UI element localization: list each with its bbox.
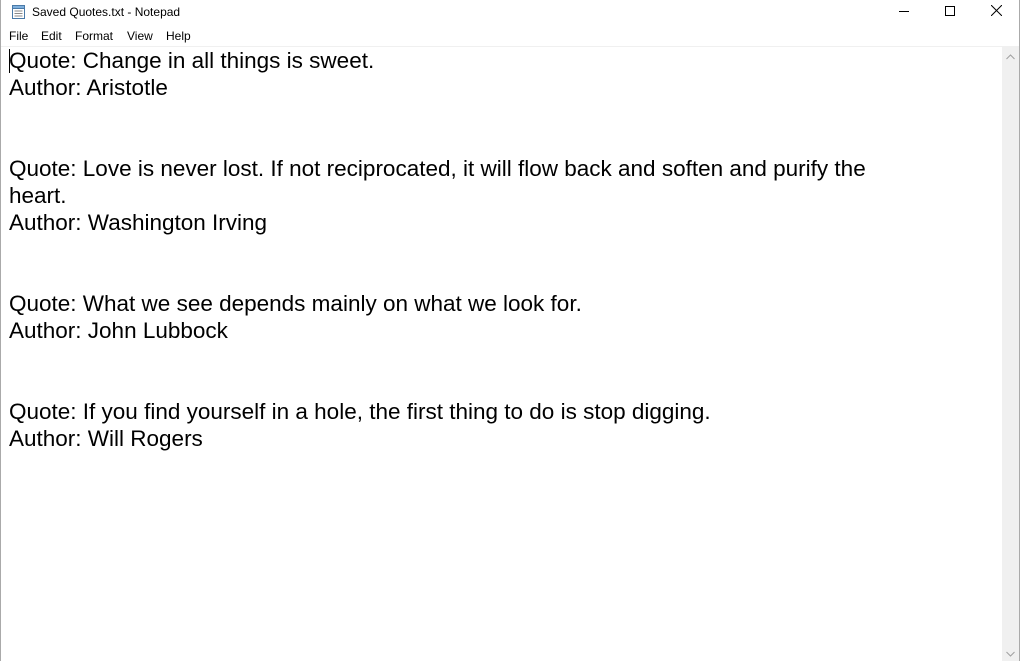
- menu-bar: File Edit Format View Help: [1, 27, 1019, 47]
- editor-line: Quote: If you find yourself in a hole, t…: [9, 399, 711, 424]
- close-icon: [990, 3, 1002, 21]
- scroll-down-button[interactable]: [1002, 644, 1019, 661]
- minimize-button[interactable]: [881, 0, 927, 24]
- menu-help[interactable]: Help: [166, 29, 191, 43]
- chevron-down-icon: [1006, 644, 1015, 662]
- menu-view[interactable]: View: [127, 29, 153, 43]
- close-button[interactable]: [973, 0, 1019, 24]
- editor-line: Quote: Love is never lost. If not recipr…: [9, 156, 866, 181]
- title-bar[interactable]: Saved Quotes.txt - Notepad: [1, 0, 1019, 24]
- chevron-up-icon: [1006, 47, 1015, 65]
- maximize-icon: [945, 3, 955, 21]
- menu-file[interactable]: File: [9, 29, 28, 43]
- vertical-scrollbar[interactable]: [1002, 47, 1019, 661]
- text-editor[interactable]: Quote: Change in all things is sweet. Au…: [1, 47, 1002, 661]
- notepad-icon[interactable]: [12, 5, 25, 19]
- text-caret: [9, 49, 10, 73]
- editor-line: Author: Will Rogers: [9, 426, 203, 451]
- editor-line: Quote: What we see depends mainly on wha…: [9, 291, 582, 316]
- editor-line: Quote: Change in all things is sweet.: [9, 48, 375, 73]
- menu-format[interactable]: Format: [75, 29, 113, 43]
- notepad-window: Saved Quotes.txt - Notepad File Edit For…: [0, 0, 1020, 661]
- minimize-icon: [899, 3, 909, 21]
- editor-line: Author: Aristotle: [9, 75, 168, 100]
- editor-line: Author: John Lubbock: [9, 318, 228, 343]
- scroll-up-button[interactable]: [1002, 47, 1019, 64]
- editor-line: Author: Washington Irving: [9, 210, 268, 235]
- menu-edit[interactable]: Edit: [41, 29, 62, 43]
- editor-line: heart.: [9, 183, 67, 208]
- window-title: Saved Quotes.txt - Notepad: [32, 5, 181, 19]
- maximize-button[interactable]: [927, 0, 973, 24]
